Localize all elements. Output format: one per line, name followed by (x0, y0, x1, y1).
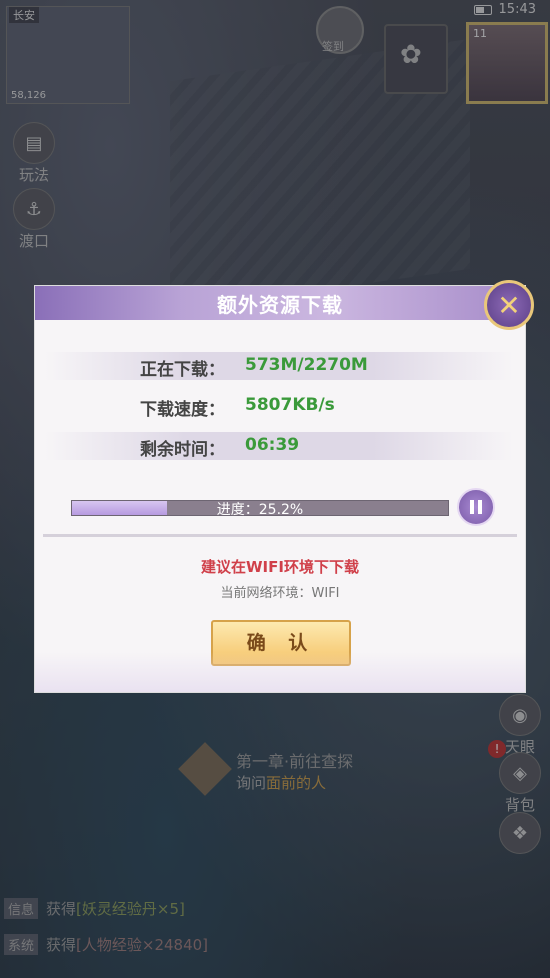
time-remaining-value: 06:39 (245, 435, 300, 455)
download-size-value: 573M/2270M (245, 355, 368, 375)
download-dialog: 额外资源下载 正在下载： 573M/2270M 下载速度： 5807KB/s 剩… (34, 285, 526, 693)
dialog-title: 额外资源下载 (217, 293, 343, 317)
divider (43, 534, 517, 537)
dialog-header: 额外资源下载 (35, 286, 525, 320)
download-speed-value: 5807KB/s (245, 395, 335, 415)
download-progress-bar: 进度：25.2% (71, 500, 449, 518)
download-size-label: 正在下载： (140, 360, 225, 380)
decorative-wave (35, 652, 525, 692)
pause-button[interactable] (457, 488, 495, 526)
download-size-row: 正在下载： 573M/2270M (45, 352, 513, 380)
close-icon[interactable]: ✕ (484, 280, 534, 330)
progress-text: 进度：25.2% (216, 502, 304, 518)
time-remaining-row: 剩余时间： 06:39 (45, 432, 513, 460)
download-speed-row: 下载速度： 5807KB/s (45, 392, 513, 420)
network-status: 当前网络环境：WIFI (220, 586, 340, 601)
download-speed-label: 下载速度： (140, 400, 225, 420)
pause-icon (470, 500, 474, 514)
wifi-suggestion: 建议在WIFI环境下下载 (201, 558, 359, 576)
time-remaining-label: 剩余时间： (140, 440, 225, 460)
